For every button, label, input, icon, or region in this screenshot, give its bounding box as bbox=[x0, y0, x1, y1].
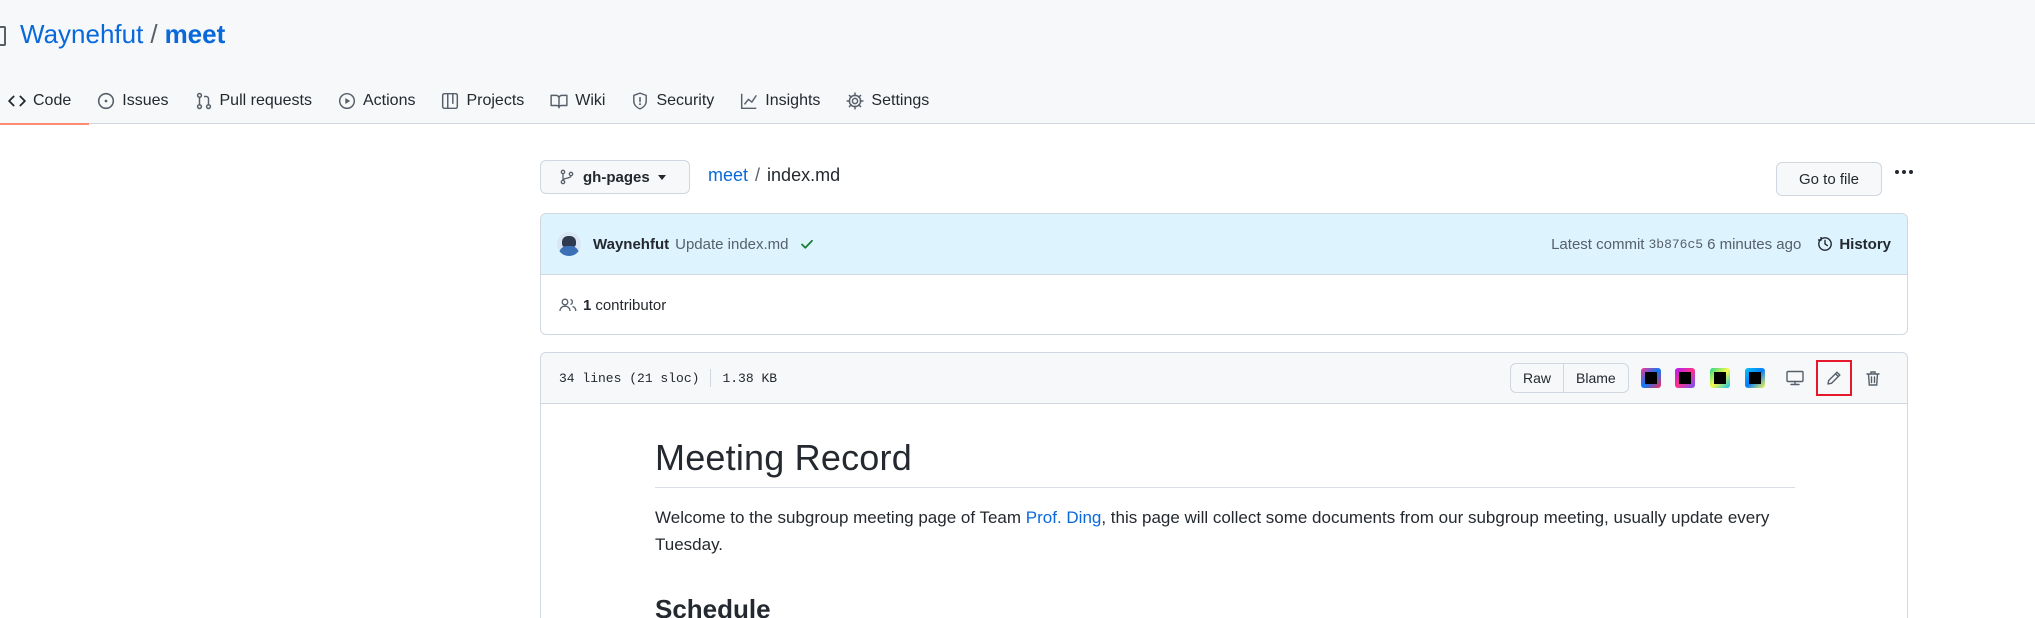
readme-content: Meeting Record Welcome to the subgroup m… bbox=[655, 437, 1795, 618]
chevron-down-icon bbox=[657, 174, 666, 180]
tab-security[interactable]: Security bbox=[623, 78, 732, 124]
repo-owner-link[interactable]: Waynehfut bbox=[20, 19, 143, 50]
file-lines: 34 lines (21 sloc) bbox=[559, 370, 700, 386]
tab-pull-requests[interactable]: Pull requests bbox=[187, 78, 331, 124]
git-branch-icon bbox=[559, 169, 575, 185]
file-content-box: 34 lines (21 sloc) 1.38 KB Raw Blame Mee… bbox=[540, 352, 1908, 618]
pencil-icon[interactable] bbox=[1816, 360, 1852, 396]
branch-name: gh-pages bbox=[583, 168, 650, 186]
graph-icon bbox=[740, 92, 758, 110]
breadcrumb-repo-link[interactable]: meet bbox=[708, 165, 748, 186]
contributor-count: 1 bbox=[583, 296, 592, 314]
issue-icon bbox=[97, 92, 115, 110]
file-header: 34 lines (21 sloc) 1.38 KB Raw Blame bbox=[541, 353, 1907, 404]
tab-code[interactable]: Code bbox=[0, 78, 90, 125]
intellij-icon[interactable] bbox=[1641, 368, 1661, 388]
commit-message-link[interactable]: Update index.md bbox=[675, 236, 788, 253]
pull-request-icon bbox=[195, 92, 213, 110]
table-icon bbox=[441, 92, 459, 110]
phpstorm-icon[interactable] bbox=[1675, 368, 1695, 388]
commit-time: 6 minutes ago bbox=[1707, 235, 1802, 253]
tab-label: Insights bbox=[765, 92, 821, 109]
blame-button[interactable]: Blame bbox=[1563, 364, 1628, 392]
repo-separator: / bbox=[150, 18, 158, 49]
file-info: 34 lines (21 sloc) 1.38 KB bbox=[559, 369, 777, 387]
intro-text: Welcome to the subgroup meeting page of … bbox=[655, 508, 1026, 527]
tab-label: Security bbox=[656, 92, 715, 109]
more-options-icon[interactable] bbox=[1892, 162, 1916, 182]
display-icon[interactable] bbox=[1784, 367, 1806, 389]
history-button[interactable]: History bbox=[1817, 236, 1891, 253]
divider bbox=[710, 369, 712, 387]
tab-settings[interactable]: Settings bbox=[838, 78, 947, 124]
tab-label: Code bbox=[33, 92, 72, 109]
webstorm-icon[interactable] bbox=[1745, 368, 1765, 388]
readme-title: Meeting Record bbox=[655, 437, 1795, 488]
commit-row: Waynehfut Update index.md Latest commit … bbox=[541, 214, 1907, 275]
tab-label: Settings bbox=[871, 92, 930, 109]
repo-header: Waynehfut / meet Code Issues Pull reques… bbox=[0, 0, 2035, 125]
raw-button[interactable]: Raw bbox=[1511, 364, 1563, 392]
trash-icon[interactable] bbox=[1862, 367, 1884, 389]
tab-projects[interactable]: Projects bbox=[433, 78, 542, 124]
commit-sha-link[interactable]: 3b876c5 bbox=[1648, 237, 1703, 252]
check-icon[interactable] bbox=[799, 236, 815, 252]
shield-icon bbox=[631, 92, 649, 110]
readme-section-heading: Schedule bbox=[655, 594, 771, 618]
avatar[interactable] bbox=[557, 232, 581, 256]
latest-commit-box: Waynehfut Update index.md Latest commit … bbox=[540, 213, 1908, 335]
tab-insights[interactable]: Insights bbox=[732, 78, 838, 124]
history-label: History bbox=[1839, 235, 1891, 253]
contributor-label: contributor bbox=[595, 296, 667, 314]
branch-select-button[interactable]: gh-pages bbox=[540, 160, 690, 194]
tab-label: Pull requests bbox=[219, 92, 313, 109]
breadcrumb: meet / index.md bbox=[708, 162, 840, 188]
readme-intro: Welcome to the subgroup meeting page of … bbox=[655, 504, 1795, 558]
breadcrumb-file: index.md bbox=[767, 164, 841, 185]
history-icon bbox=[1817, 236, 1833, 252]
code-icon bbox=[8, 92, 26, 110]
repo-icon bbox=[0, 23, 12, 46]
contributors-row[interactable]: 1 contributor bbox=[541, 275, 1907, 335]
repo-name-link[interactable]: meet bbox=[165, 19, 226, 50]
breadcrumb-separator: / bbox=[755, 164, 761, 185]
tab-actions[interactable]: Actions bbox=[330, 78, 433, 124]
prof-link[interactable]: Prof. Ding bbox=[1026, 508, 1102, 527]
commit-meta: Latest commit 3b876c5 6 minutes ago Hist… bbox=[1551, 236, 1891, 253]
go-to-file-button[interactable]: Go to file bbox=[1776, 162, 1882, 196]
tab-issues[interactable]: Issues bbox=[89, 78, 186, 124]
repo-nav-tabs: Code Issues Pull requests Actions Projec… bbox=[0, 78, 947, 125]
repo-title: Waynehfut / meet bbox=[0, 18, 225, 50]
book-icon bbox=[550, 92, 568, 110]
people-icon bbox=[559, 297, 577, 313]
tab-label: Wiki bbox=[575, 92, 606, 109]
tab-label: Issues bbox=[122, 92, 169, 109]
tab-label: Projects bbox=[466, 92, 525, 109]
file-size: 1.38 KB bbox=[722, 370, 778, 386]
tab-label: Actions bbox=[363, 92, 416, 109]
tab-wiki[interactable]: Wiki bbox=[542, 78, 623, 124]
gear-icon bbox=[846, 92, 865, 110]
latest-commit-label: Latest commit bbox=[1551, 235, 1645, 253]
pycharm-icon[interactable] bbox=[1710, 368, 1730, 388]
play-icon bbox=[338, 92, 356, 110]
raw-blame-group: Raw Blame bbox=[1510, 363, 1629, 393]
commit-author-link[interactable]: Waynehfut bbox=[593, 236, 669, 253]
